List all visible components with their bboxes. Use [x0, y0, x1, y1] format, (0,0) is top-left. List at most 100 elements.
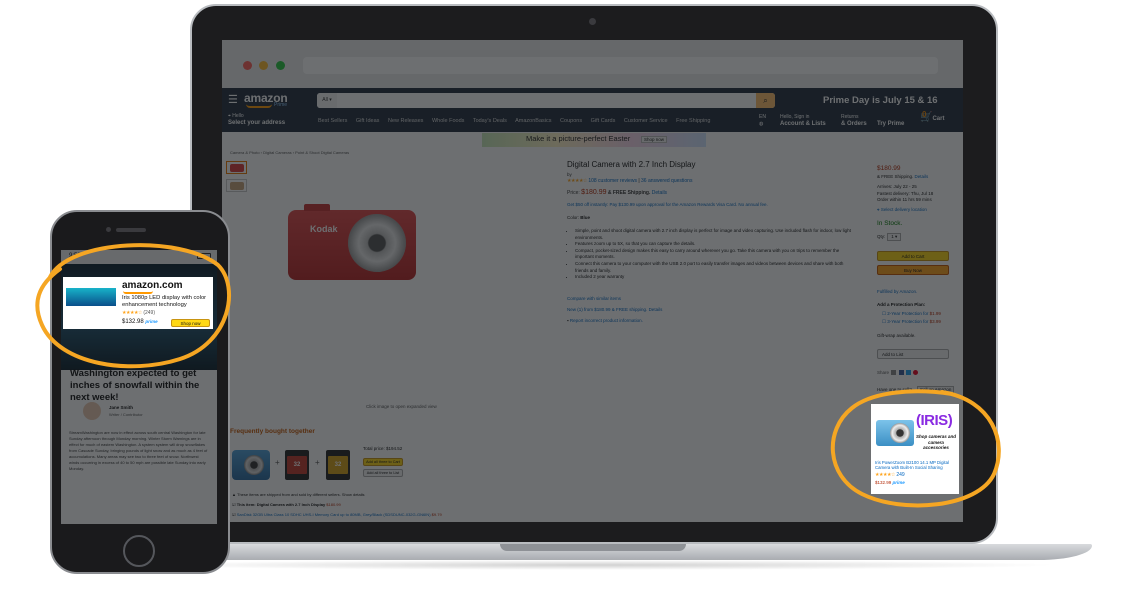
nav-link[interactable]: New Releases: [388, 118, 423, 124]
account-lists-menu[interactable]: Hello, Sign in Account & Lists: [780, 114, 826, 128]
add-to-list-button[interactable]: Add to List: [877, 349, 949, 359]
breadcrumb[interactable]: Camera & Photo › Digital Cameras › Point…: [230, 150, 349, 155]
nav-link[interactable]: Best Sellers: [318, 118, 347, 124]
nav-link[interactable]: Gift Ideas: [356, 118, 380, 124]
mobile-banner-ad[interactable]: amazon.com Iris 1080p LED display with c…: [63, 277, 213, 329]
protection-option[interactable]: ☐ 2-Year Protection for $1.99: [882, 311, 941, 317]
gift-wrap: Gift-wrap available.: [877, 333, 916, 338]
feature-bullets: Simple, point and shoot digital camera w…: [567, 228, 857, 281]
avatar: [83, 402, 101, 420]
laptop-shadow: [130, 560, 1060, 570]
star-rating[interactable]: ★★★★☆: [567, 178, 587, 184]
reviews-link[interactable]: 108 customer reviews: [588, 178, 637, 184]
twitter-icon[interactable]: [905, 370, 911, 376]
deliver-to[interactable]: ⌖ Hello Select your address: [228, 113, 285, 127]
sell-on-amazon-button[interactable]: Sell on Amazon: [917, 386, 955, 393]
product-thumbnail[interactable]: [226, 179, 247, 192]
phone-home-button[interactable]: [123, 535, 155, 567]
author-name[interactable]: Jane Smith: [109, 405, 133, 410]
amazon-header: ☰ amazon Prime All ▾ ⌕ Prime Day is July…: [222, 88, 963, 132]
compare-link[interactable]: Compare with similar items: [567, 296, 621, 301]
fbt-sd-card-image[interactable]: 32: [285, 450, 309, 480]
search-icon[interactable]: ⌕: [756, 93, 775, 108]
report-link[interactable]: ▪ Report incorrect product information.: [567, 318, 643, 323]
fbt-item[interactable]: ☑ SanDisk 32GB Ultra Class 10 SDHC UHS-I…: [232, 512, 442, 517]
menu-icon[interactable]: ☰: [228, 93, 238, 106]
add-to-cart-button[interactable]: Add to Cart: [877, 251, 949, 261]
select-location-link[interactable]: ⌖ Select delivery location: [877, 207, 927, 212]
nav-link[interactable]: Coupons: [560, 118, 582, 124]
fbt-total: Total price: $194.52: [363, 446, 403, 451]
search-category-select[interactable]: All ▾: [317, 93, 337, 108]
email-icon[interactable]: [891, 370, 897, 376]
laptop-notch: [500, 544, 686, 551]
location-icon: ⌖: [877, 207, 880, 212]
ad-product-title[interactable]: Iris PowerZoom B2100 14.1 MP Digital Cam…: [875, 460, 957, 471]
address-bar[interactable]: [303, 57, 938, 74]
brand-line: by: [567, 172, 572, 177]
buybox-shipping: & FREE Shipping. Details: [877, 174, 929, 179]
nav-link[interactable]: Customer Service: [624, 118, 668, 124]
try-prime-link[interactable]: Try Prime: [877, 121, 904, 128]
sponsored-display-ad[interactable]: (IRIS) Shop cameras and camera accessori…: [871, 404, 959, 494]
fbt-camera-image[interactable]: [232, 450, 270, 480]
buy-now-button[interactable]: Buy Now: [877, 265, 949, 275]
feature-bullet: Features zoom up to 5X, so that you can …: [575, 241, 857, 248]
product-thumbnail[interactable]: [226, 161, 247, 174]
nav-links: Best Sellers Gift Ideas New Releases Who…: [318, 118, 717, 124]
nav-link[interactable]: Whole Foods: [432, 118, 464, 124]
fulfilled-by[interactable]: Fulfilled by Amazon.: [877, 289, 917, 294]
image-hint: Click image to open expanded view: [366, 404, 437, 409]
nav-link[interactable]: Gift Cards: [591, 118, 616, 124]
product-image[interactable]: Kodak: [288, 204, 416, 280]
facebook-icon[interactable]: [898, 370, 904, 376]
nav-link[interactable]: Free Shipping: [676, 118, 710, 124]
globe-icon: ◍: [759, 121, 764, 127]
delivery-estimate: Arrives: July 22 - 25 Fastest delivery: …: [877, 184, 934, 202]
logo-sub: Prime: [274, 102, 288, 108]
sell-row: Have one to sell? Sell on Amazon: [877, 386, 955, 393]
laptop-screen: ☰ amazon Prime All ▾ ⌕ Prime Day is July…: [222, 40, 963, 522]
fbt-sd-card-image[interactable]: 32: [326, 450, 350, 480]
banner-shop-button[interactable]: Shop now: [641, 136, 668, 143]
battery-icon: [197, 253, 211, 259]
maximize-window-button[interactable]: [276, 61, 285, 70]
nav-link[interactable]: Today's Deals: [473, 118, 507, 124]
card-promo[interactable]: Get $50 off instantly: Pay $130.99 upon …: [567, 202, 768, 207]
fbt-title: Frequently bought together: [230, 428, 315, 435]
phone-speaker: [116, 228, 146, 232]
fbt-item[interactable]: ☑ This item: Digital Camera with 2.7 Inc…: [232, 502, 341, 507]
quantity-select[interactable]: Qty: 1 ▾: [877, 233, 902, 241]
close-window-button[interactable]: [243, 61, 252, 70]
share-row: Share: [877, 370, 919, 376]
pinterest-icon[interactable]: [913, 370, 919, 376]
add-all-list-button[interactable]: Add all three to List: [363, 469, 403, 477]
search-bar[interactable]: All ▾ ⌕: [317, 93, 775, 108]
cart-count: 0: [922, 110, 927, 119]
minimize-window-button[interactable]: [259, 61, 268, 70]
protection-title: Add a Protection Plan:: [877, 302, 926, 307]
add-all-cart-button[interactable]: Add all three to Cart: [363, 458, 403, 466]
ad-tagline: Shop cameras and camera accessories: [915, 434, 956, 450]
shop-now-button[interactable]: Shop now: [171, 319, 210, 327]
author-role: Writer / Contributor: [109, 412, 143, 417]
status-bar: 9:50: [61, 250, 217, 264]
ad-product-title: Iris 1080p LED display with color enhanc…: [122, 295, 207, 308]
feature-bullet: Simple, point and shoot digital camera w…: [575, 228, 857, 241]
new-offers[interactable]: New (1) from $180.99 & FREE shipping. De…: [567, 307, 662, 312]
price-line: Price: $180.99 & FREE Shipping. Details: [567, 189, 668, 196]
camera-lens: [348, 214, 406, 272]
protection-option[interactable]: ☐ 3-Year Protection for $3.99: [882, 319, 941, 325]
ad-rating: ★★★★☆ 249: [875, 472, 905, 478]
answered-link[interactable]: 36 answered questions: [641, 178, 692, 184]
prime-day-promo[interactable]: Prime Day is July 15 & 16: [823, 95, 938, 106]
nav-link[interactable]: AmazonBasics: [515, 118, 551, 124]
language-select[interactable]: EN ◍: [759, 114, 766, 128]
clock: 9:50: [69, 253, 81, 259]
returns-orders-link[interactable]: Returns & Orders: [841, 114, 867, 128]
feature-bullet: Included 2 year warranty: [575, 274, 857, 281]
shipping-details-link[interactable]: Details: [652, 190, 667, 196]
iris-logo: (IRIS): [916, 412, 953, 429]
plus-icon: +: [315, 458, 320, 467]
ad-price: $132.98 prime: [122, 319, 158, 325]
